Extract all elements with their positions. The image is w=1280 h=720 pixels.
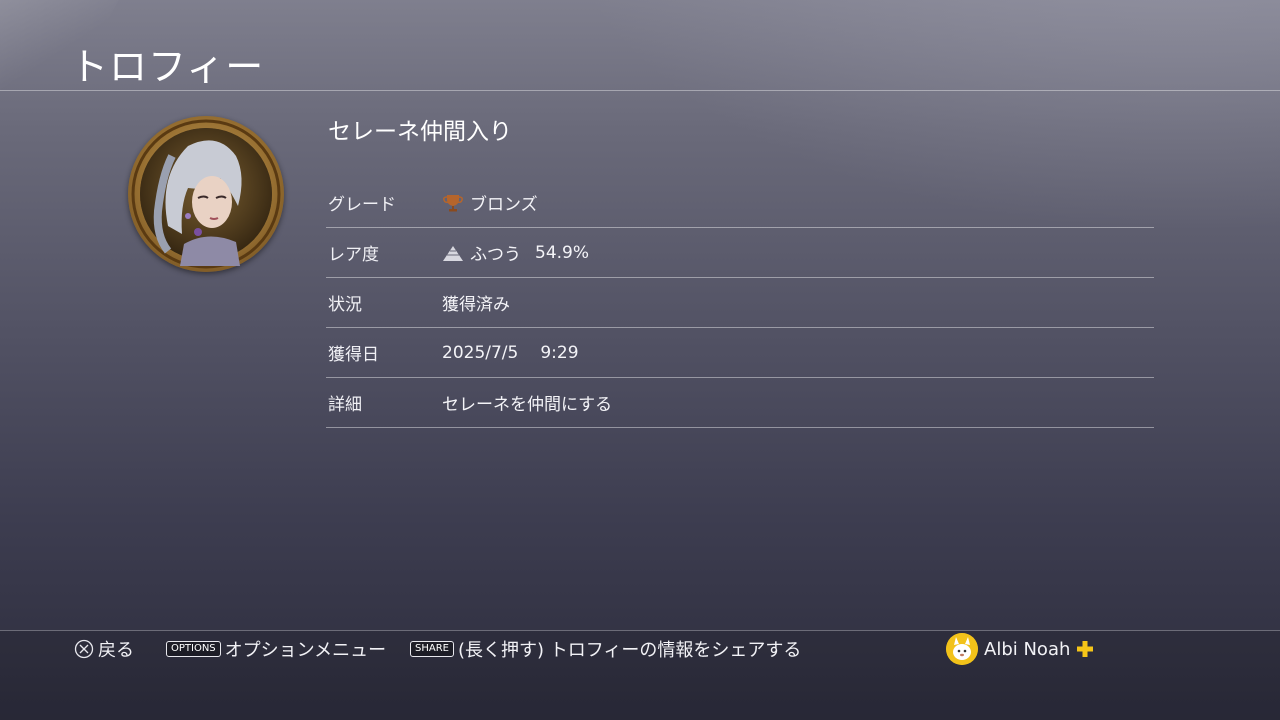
grade-row: グレード ブロンズ	[326, 178, 1154, 228]
earned-date-row: 獲得日 2025/7/5 9:29	[326, 328, 1154, 378]
options-label: オプションメニュー	[224, 640, 387, 661]
user-name: Albi Noah	[984, 638, 1071, 660]
character-portrait-icon	[131, 119, 281, 269]
earned-date: 2025/7/5	[442, 342, 519, 363]
detail-value: セレーネを仲間にする	[442, 395, 613, 415]
status-value: 獲得済み	[442, 295, 510, 315]
trophy-details: グレード ブロンズ レア度 ふつう 54.9% 状況 獲得済み 獲得日 2025…	[326, 178, 1154, 428]
bronze-trophy-icon	[443, 194, 463, 211]
cross-button-icon	[74, 639, 94, 659]
rarity-percent: 54.9%	[535, 242, 590, 263]
share-key-icon: SHARE	[410, 641, 454, 657]
header-divider	[0, 90, 1280, 91]
grade-value: ブロンズ	[442, 190, 538, 215]
share-label: (長く押す) トロフィーの情報をシェアする	[457, 640, 802, 661]
earned-date-value: 2025/7/5 9:29	[442, 343, 579, 363]
rarity-text: ふつう	[470, 245, 521, 265]
status-label: 状況	[328, 295, 362, 315]
avatar	[946, 633, 978, 665]
grade-label: グレード	[328, 195, 396, 215]
ps-plus-icon	[1077, 641, 1094, 657]
options-key-icon: OPTIONS	[166, 641, 221, 657]
earned-time: 9:29	[540, 342, 579, 363]
rarity-row: レア度 ふつう 54.9%	[326, 228, 1154, 278]
status-row: 状況 獲得済み	[326, 278, 1154, 328]
rarity-pyramid-icon	[443, 245, 463, 261]
share-button[interactable]: SHARE (長く押す) トロフィーの情報をシェアする	[410, 636, 801, 662]
back-button[interactable]: 戻る	[74, 636, 134, 662]
user-avatar-icon	[946, 633, 978, 665]
rarity-label: レア度	[328, 245, 379, 265]
options-menu-button[interactable]: OPTIONS オプションメニュー	[166, 636, 386, 662]
detail-label: 詳細	[328, 395, 362, 415]
footer-divider	[0, 630, 1280, 631]
rarity-value: ふつう 54.9%	[442, 240, 589, 265]
back-label: 戻る	[98, 640, 134, 661]
trophy-image	[128, 116, 284, 272]
earned-date-label: 獲得日	[328, 345, 379, 365]
detail-row: 詳細 セレーネを仲間にする	[326, 378, 1154, 428]
user-profile[interactable]: Albi Noah	[946, 633, 1094, 665]
trophy-name: セレーネ仲間入り	[328, 119, 512, 145]
grade-text: ブロンズ	[470, 195, 538, 215]
page-title: トロフィー	[70, 45, 265, 89]
